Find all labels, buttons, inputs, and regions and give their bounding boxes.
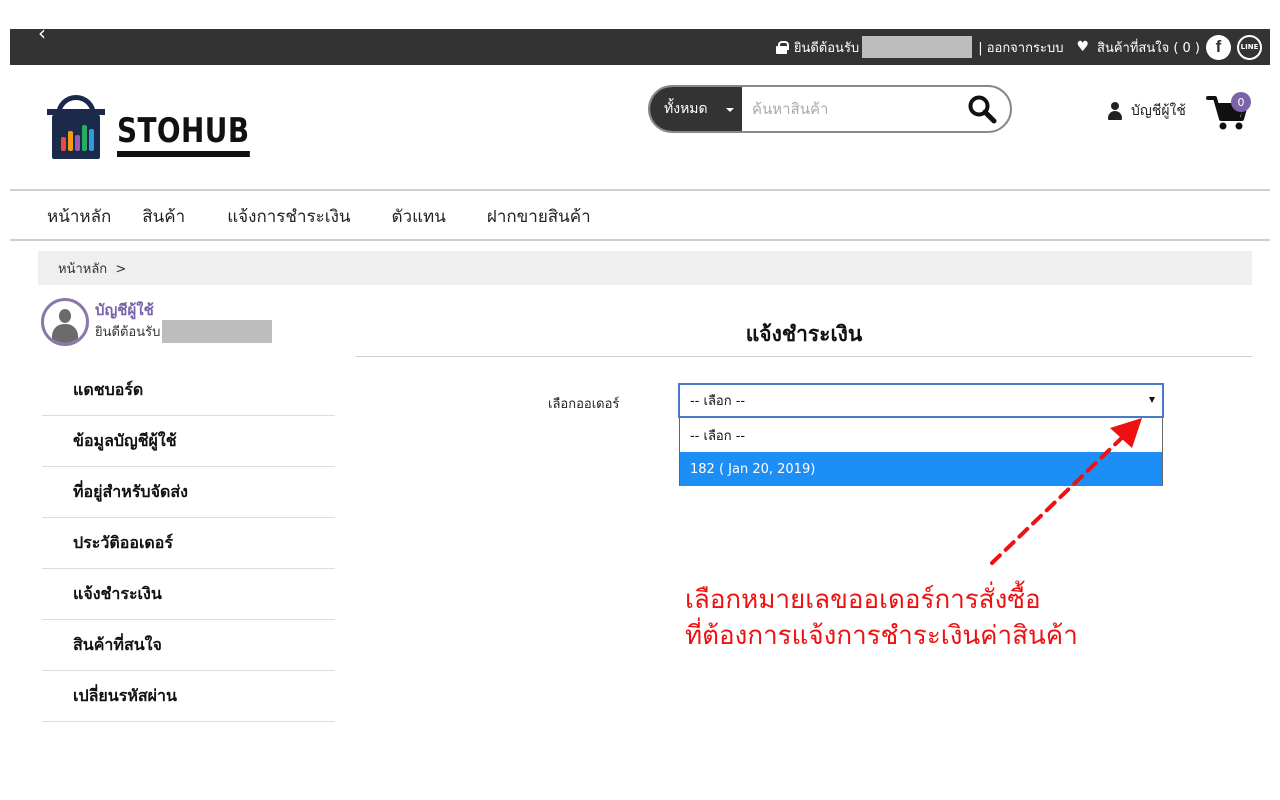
nav-divider-top [10, 189, 1270, 191]
sidebar-item-shipping-address[interactable]: ที่อยู่สำหรับจัดส่ง [42, 467, 335, 518]
nav-item-home[interactable]: หน้าหลัก [47, 203, 111, 230]
brand-name: STOHUB [117, 111, 250, 157]
logout-link[interactable]: | ออกจากระบบ [978, 37, 1063, 58]
search-input[interactable] [742, 87, 954, 131]
profile-welcome: ยินดีต้อนรับ [95, 325, 161, 340]
order-select-label: เลือกออเดอร์ [548, 397, 620, 412]
annotation-line-1: เลือกหมายเลขออเดอร์การสั่งซื้อ [685, 585, 1041, 615]
search-category-label: ทั้งหมด [664, 101, 708, 117]
account-sidebar-menu: แดชบอร์ด ข้อมูลบัญชีผู้ใช้ ที่อยู่สำหรับ… [42, 365, 335, 722]
sidebar-item-wishlist[interactable]: สินค้าที่สนใจ [42, 620, 335, 671]
search-button[interactable] [954, 87, 1010, 131]
user-icon [1107, 102, 1123, 120]
sidebar-item-dashboard[interactable]: แดชบอร์ด [42, 365, 335, 416]
redacted-username [862, 36, 973, 58]
wishlist-link[interactable]: สินค้าที่สนใจ ( 0 ) [1097, 37, 1200, 58]
sidebar-item-payment-notify[interactable]: แจ้งชำระเงิน [42, 569, 335, 620]
breadcrumb: หน้าหลัก > [38, 251, 1252, 285]
welcome-text: ยินดีต้อนรับ [793, 40, 860, 56]
breadcrumb-home[interactable]: หน้าหลัก > [58, 258, 126, 279]
nav-divider-bottom [10, 239, 1270, 241]
nav-item-payment[interactable]: แจ้งการชำระเงิน [227, 203, 350, 230]
redacted-username [162, 320, 273, 343]
site-logo[interactable]: STOHUB [47, 95, 279, 159]
page-title: แจ้งชำระเงิน [745, 322, 863, 346]
avatar-icon [41, 298, 89, 346]
heart-icon: ♥ [1076, 39, 1090, 55]
search-icon [968, 95, 997, 124]
sidebar-item-order-history[interactable]: ประวัติออเดอร์ [42, 518, 335, 569]
title-divider [356, 356, 1252, 357]
sidebar-item-account-info[interactable]: ข้อมูลบัญชีผู้ใช้ [42, 416, 335, 467]
cart-button[interactable]: 0 [1206, 92, 1252, 132]
sidebar-item-change-password[interactable]: เปลี่ยนรหัสผ่าน [42, 671, 335, 722]
back-arrow-icon[interactable]: ‹ [38, 23, 46, 43]
line-icon[interactable]: LINE [1237, 34, 1262, 60]
account-label: บัญชีผู้ใช้ [1131, 103, 1186, 119]
order-select-value: -- เลือก -- [690, 394, 746, 409]
nav-item-products[interactable]: สินค้า [142, 203, 185, 230]
main-nav: หน้าหลัก สินค้า แจ้งการชำระเงิน ตัวแทน ฝ… [47, 203, 591, 230]
annotation-arrow-icon [990, 418, 1142, 565]
nav-item-consignment[interactable]: ฝากขายสินค้า [487, 203, 591, 230]
profile-welcome-row: ยินดีต้อนรับ [95, 320, 273, 343]
lock-icon [775, 40, 789, 54]
profile-title: บัญชีผู้ใช้ [95, 301, 154, 319]
search-category-select[interactable]: ทั้งหมด [650, 87, 742, 131]
top-bar-links: ยินดีต้อนรับ | ออกจากระบบ ♥ สินค้าที่สนใ… [775, 29, 1262, 65]
top-bar: ‹ ยินดีต้อนรับ | ออกจากระบบ ♥ สินค้าที่ส… [10, 23, 1270, 65]
cart-count-badge: 0 [1231, 92, 1251, 112]
basket-logo-icon [47, 95, 105, 159]
search-bar: ทั้งหมด [648, 85, 1012, 133]
account-link[interactable]: บัญชีผู้ใช้ [1107, 100, 1186, 122]
annotation-line-2: ที่ต้องการแจ้งการชำระเงินค่าสินค้า [685, 621, 1078, 651]
profile-header: บัญชีผู้ใช้ ยินดีต้อนรับ [41, 298, 273, 346]
caret-down-icon [726, 108, 734, 112]
nav-item-agent[interactable]: ตัวแทน [392, 203, 446, 230]
annotation-text: เลือกหมายเลขออเดอร์การสั่งซื้อ ที่ต้องกา… [685, 582, 1078, 654]
facebook-icon[interactable]: f [1206, 34, 1231, 60]
